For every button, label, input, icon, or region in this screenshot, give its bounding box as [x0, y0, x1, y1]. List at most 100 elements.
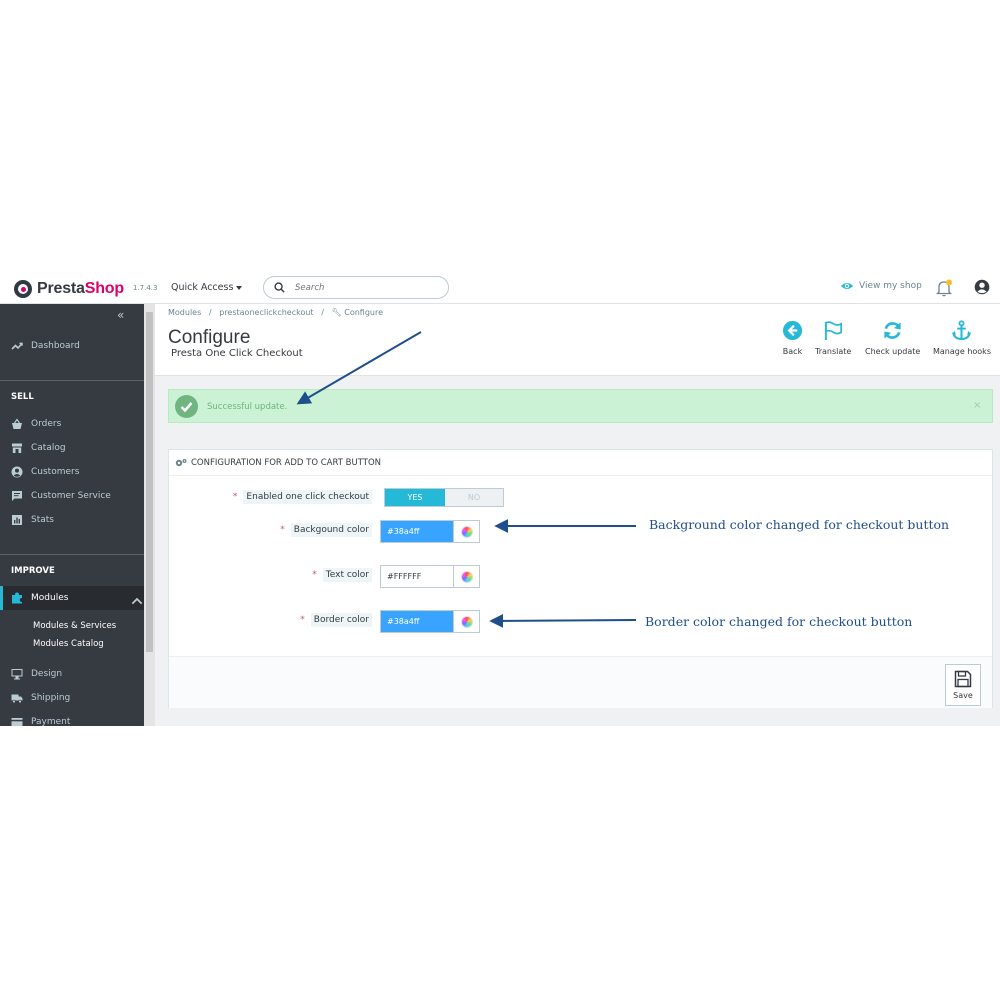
refresh-icon [884, 322, 901, 339]
sidebar-divider [0, 554, 144, 555]
sidebar-item-label: Catalog [31, 443, 66, 453]
view-my-shop-link[interactable]: View my shop [840, 281, 922, 291]
sidebar-section-sell: SELL [11, 392, 34, 402]
color-picker-button[interactable] [453, 611, 479, 632]
truck-icon [11, 694, 23, 704]
page-subtitle: Presta One Click Checkout [171, 348, 303, 359]
sidebar-item-dashboard[interactable]: Dashboard [0, 334, 144, 358]
search-box[interactable] [263, 276, 449, 299]
chat-icon [12, 491, 22, 501]
check-update-button[interactable]: Check update [865, 320, 920, 356]
switch-yes[interactable]: YES [385, 489, 445, 506]
color-wheel-icon [460, 570, 473, 583]
desktop-icon [11, 669, 23, 680]
breadcrumb: Modules / prestaoneclickcheckout / 🔧︎ Co… [168, 308, 384, 317]
notifications-bell-icon[interactable] [936, 279, 952, 297]
border-color-label: * Border color [300, 613, 372, 627]
logo-text: Presta [37, 280, 85, 297]
logo-text-accent: Shop [84, 280, 124, 297]
trending-up-icon [11, 342, 23, 350]
sidebar-item-label: Stats [31, 515, 54, 525]
background-color-note: Background color changed for checkout bu… [649, 517, 950, 532]
sidebar-divider [0, 380, 144, 381]
cogs-icon [175, 458, 187, 466]
chevron-up-icon [131, 597, 143, 605]
collapse-sidebar-icon[interactable]: « [117, 308, 124, 322]
panel-heading: CONFIGURATION FOR ADD TO CART BUTTON [169, 450, 992, 476]
border-color-field[interactable]: #38a4ff [380, 610, 480, 633]
alert-message: Successful update. [207, 402, 288, 412]
background-color-field[interactable]: #38a4ff [380, 520, 480, 543]
field-label: Enabled one click checkout [243, 490, 372, 504]
breadcrumb-modules[interactable]: Modules [168, 308, 201, 317]
puffin-logo-icon [14, 280, 32, 298]
back-button[interactable]: Back [782, 320, 803, 356]
toolbar-label: Translate [815, 347, 852, 356]
panel-footer: Save [169, 656, 992, 708]
sidebar-item-label: Design [31, 669, 63, 679]
wrench-icon: 🔧︎ [331, 308, 342, 317]
caret-down-icon [236, 286, 243, 290]
floppy-disk-icon [954, 670, 972, 688]
sidebar: « Dashboard SELL Orders Catalog Customer… [0, 304, 144, 726]
credit-card-icon [11, 718, 23, 726]
manage-hooks-button[interactable]: Manage hooks [933, 320, 991, 356]
quick-access-dropdown[interactable]: Quick Access [171, 282, 243, 293]
border-color-note: Border color changed for checkout button [645, 614, 913, 629]
prestashop-logo[interactable]: PrestaShop [14, 278, 124, 300]
sidebar-item-label: Customer Service [31, 491, 111, 501]
color-picker-button[interactable] [453, 566, 479, 587]
sidebar-item-orders[interactable]: Orders [0, 412, 144, 436]
switch-no[interactable]: NO [445, 489, 503, 506]
sidebar-item-label: Orders [31, 419, 62, 429]
border-color-input[interactable]: #38a4ff [381, 611, 454, 632]
bar-chart-icon [12, 515, 22, 525]
text-color-field[interactable]: #FFFFFF [380, 565, 480, 588]
sidebar-item-payment[interactable]: Payment [0, 710, 144, 726]
enable-label: * Enabled one click checkout [233, 490, 372, 504]
sidebar-subitem-modules-services[interactable]: Modules & Services [33, 621, 116, 631]
flag-icon [824, 321, 842, 341]
color-picker-button[interactable] [453, 521, 479, 542]
sidebar-item-modules[interactable]: Modules [0, 586, 144, 610]
eye-icon [841, 283, 853, 289]
search-input[interactable] [295, 282, 435, 293]
toolbar-label: Manage hooks [933, 347, 991, 356]
sidebar-subitem-modules-catalog[interactable]: Modules Catalog [33, 639, 104, 649]
page-header: Modules / prestaoneclickcheckout / 🔧︎ Co… [155, 304, 1000, 376]
breadcrumb-configure: Configure [344, 308, 384, 317]
text-color-input[interactable]: #FFFFFF [381, 566, 454, 587]
search-icon [274, 282, 285, 293]
sidebar-item-shipping[interactable]: Shipping [0, 686, 144, 710]
puzzle-icon [12, 592, 22, 604]
breadcrumb-module-name[interactable]: prestaoneclickcheckout [219, 308, 313, 317]
sidebar-scrollbar[interactable] [144, 304, 155, 726]
background-color-input[interactable]: #38a4ff [381, 521, 454, 542]
sidebar-item-label: Payment [31, 717, 71, 726]
panel-title: CONFIGURATION FOR ADD TO CART BUTTON [191, 457, 382, 468]
screenshot: PrestaShop 1.7.4.3 Quick Access View my … [0, 274, 1000, 726]
page-title: Configure [168, 327, 251, 348]
sidebar-item-stats[interactable]: Stats [0, 508, 144, 532]
config-panel: CONFIGURATION FOR ADD TO CART BUTTON * En… [168, 449, 993, 708]
text-color-label: * Text color [312, 568, 372, 582]
sidebar-item-customers[interactable]: Customers [0, 460, 144, 484]
sidebar-item-label: Modules [31, 593, 69, 603]
sidebar-item-design[interactable]: Design [0, 662, 144, 686]
close-alert-icon[interactable]: × [973, 400, 981, 411]
field-label: Backgound color [290, 523, 372, 537]
save-button[interactable]: Save [945, 664, 981, 706]
scrollbar-thumb[interactable] [146, 312, 153, 652]
version-label: 1.7.4.3 [133, 284, 158, 292]
success-alert: Successful update. × [168, 389, 993, 423]
anchor-icon [952, 320, 972, 341]
enable-switch[interactable]: YES NO [384, 488, 504, 507]
sidebar-item-customer-service[interactable]: Customer Service [0, 484, 144, 508]
back-arrow-icon [782, 320, 803, 341]
translate-button[interactable]: Translate [815, 320, 851, 356]
user-account-icon[interactable] [974, 279, 990, 295]
store-icon [12, 443, 22, 453]
toolbar-label: Check update [865, 347, 921, 356]
color-wheel-icon [460, 615, 473, 628]
sidebar-item-catalog[interactable]: Catalog [0, 436, 144, 460]
